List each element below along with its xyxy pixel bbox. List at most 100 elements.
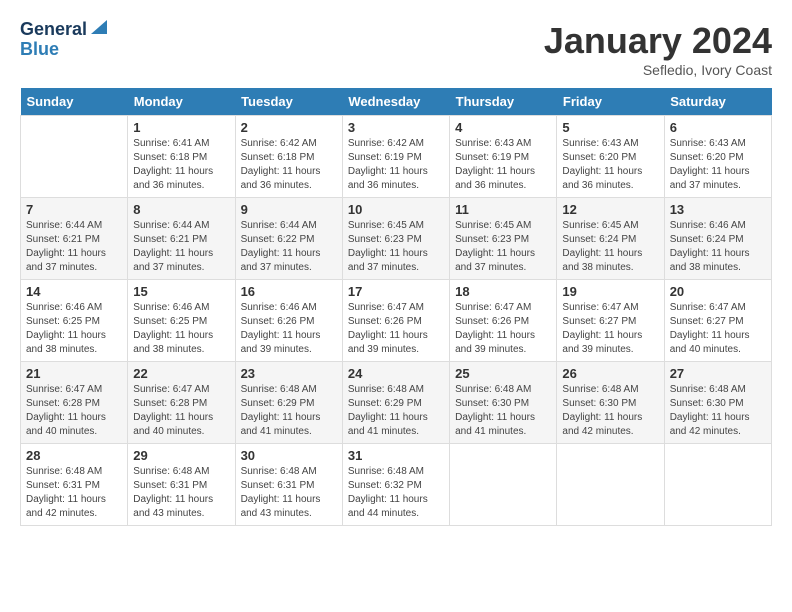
table-row: 12Sunrise: 6:45 AM Sunset: 6:24 PM Dayli…: [557, 198, 664, 280]
day-info: Sunrise: 6:47 AM Sunset: 6:28 PM Dayligh…: [133, 383, 229, 439]
table-row: 7 Sunrise: 6:44 AM Sunset: 6:21 PM Daylig…: [21, 198, 128, 280]
day-number: 18: [455, 284, 551, 299]
day-info: Sunrise: 6:48 AM Sunset: 6:30 PM Dayligh…: [455, 383, 551, 439]
day-number: 31: [348, 448, 444, 463]
table-row: 28 Sunrise: 6:48 AM Sunset: 6:31 PM Dayli…: [21, 444, 128, 526]
day-number: 9: [241, 202, 337, 217]
table-row: 15Sunrise: 6:46 AM Sunset: 6:25 PM Dayli…: [128, 280, 235, 362]
day-number: 3: [348, 120, 444, 135]
table-row: 16 Sunrise: 6:46 AM Sunset: 6:26 PM Dayli…: [235, 280, 342, 362]
day-info: Sunrise: 6:46 AM Sunset: 6:26 PM Dayligh…: [241, 301, 337, 357]
day-info: Sunrise: 6:45 AM Sunset: 6:23 PM Dayligh…: [348, 219, 444, 275]
table-row: 9Sunrise: 6:44 AM Sunset: 6:22 PM Daylig…: [235, 198, 342, 280]
day-info: Sunrise: 6:48 AM Sunset: 6:31 PM Dayligh…: [26, 465, 122, 521]
table-row: 24Sunrise: 6:48 AM Sunset: 6:29 PM Dayli…: [342, 362, 449, 444]
day-info: Sunrise: 6:48 AM Sunset: 6:29 PM Dayligh…: [348, 383, 444, 439]
table-row: [21, 116, 128, 198]
table-row: 2Sunrise: 6:42 AM Sunset: 6:18 PM Daylig…: [235, 116, 342, 198]
day-number: 28: [26, 448, 122, 463]
table-row: 29 Sunrise: 6:48 AM Sunset: 6:31 PM Dayli…: [128, 444, 235, 526]
table-row: 19 Sunrise: 6:47 AM Sunset: 6:27 PM Dayli…: [557, 280, 664, 362]
page-header: General Blue January 2024 Sefledio, Ivor…: [20, 20, 772, 78]
day-info: Sunrise: 6:46 AM Sunset: 6:24 PM Dayligh…: [670, 219, 766, 275]
header-monday: Monday: [128, 88, 235, 116]
table-row: 31 Sunrise: 6:48 AM Sunset: 6:32 PM Dayli…: [342, 444, 449, 526]
day-info: Sunrise: 6:48 AM Sunset: 6:31 PM Dayligh…: [241, 465, 337, 521]
day-number: 10: [348, 202, 444, 217]
day-number: 8: [133, 202, 229, 217]
day-number: 27: [670, 366, 766, 381]
day-number: 15: [133, 284, 229, 299]
day-number: 6: [670, 120, 766, 135]
day-number: 14: [26, 284, 122, 299]
day-info: Sunrise: 6:47 AM Sunset: 6:28 PM Dayligh…: [26, 383, 122, 439]
day-info: Sunrise: 6:47 AM Sunset: 6:27 PM Dayligh…: [670, 301, 766, 357]
table-row: 30 Sunrise: 6:48 AM Sunset: 6:31 PM Dayli…: [235, 444, 342, 526]
table-row: [557, 444, 664, 526]
calendar-week-0: 1Sunrise: 6:41 AM Sunset: 6:18 PM Daylig…: [21, 116, 772, 198]
header-wednesday: Wednesday: [342, 88, 449, 116]
calendar-table: Sunday Monday Tuesday Wednesday Thursday…: [20, 88, 772, 526]
table-row: 5 Sunrise: 6:43 AM Sunset: 6:20 PM Daylig…: [557, 116, 664, 198]
day-number: 4: [455, 120, 551, 135]
day-info: Sunrise: 6:41 AM Sunset: 6:18 PM Dayligh…: [133, 137, 229, 193]
day-info: Sunrise: 6:43 AM Sunset: 6:19 PM Dayligh…: [455, 137, 551, 193]
calendar-header-row: Sunday Monday Tuesday Wednesday Thursday…: [21, 88, 772, 116]
day-number: 29: [133, 448, 229, 463]
month-title: January 2024: [544, 20, 772, 62]
day-info: Sunrise: 6:48 AM Sunset: 6:30 PM Dayligh…: [670, 383, 766, 439]
table-row: 21 Sunrise: 6:47 AM Sunset: 6:28 PM Dayli…: [21, 362, 128, 444]
table-row: 27 Sunrise: 6:48 AM Sunset: 6:30 PM Dayli…: [664, 362, 771, 444]
header-thursday: Thursday: [450, 88, 557, 116]
day-number: 7: [26, 202, 122, 217]
day-number: 30: [241, 448, 337, 463]
table-row: 18 Sunrise: 6:47 AM Sunset: 6:26 PM Dayli…: [450, 280, 557, 362]
day-number: 16: [241, 284, 337, 299]
table-row: 13 Sunrise: 6:46 AM Sunset: 6:24 PM Dayli…: [664, 198, 771, 280]
day-number: 25: [455, 366, 551, 381]
calendar-week-1: 7 Sunrise: 6:44 AM Sunset: 6:21 PM Daylig…: [21, 198, 772, 280]
calendar-week-3: 21 Sunrise: 6:47 AM Sunset: 6:28 PM Dayli…: [21, 362, 772, 444]
subtitle: Sefledio, Ivory Coast: [544, 62, 772, 78]
logo-icon: [89, 16, 109, 36]
day-info: Sunrise: 6:45 AM Sunset: 6:23 PM Dayligh…: [455, 219, 551, 275]
header-saturday: Saturday: [664, 88, 771, 116]
day-number: 22: [133, 366, 229, 381]
day-number: 21: [26, 366, 122, 381]
logo: General Blue: [20, 20, 109, 60]
header-friday: Friday: [557, 88, 664, 116]
day-info: Sunrise: 6:48 AM Sunset: 6:31 PM Dayligh…: [133, 465, 229, 521]
day-info: Sunrise: 6:42 AM Sunset: 6:18 PM Dayligh…: [241, 137, 337, 193]
calendar-week-2: 14 Sunrise: 6:46 AM Sunset: 6:25 PM Dayli…: [21, 280, 772, 362]
day-info: Sunrise: 6:45 AM Sunset: 6:24 PM Dayligh…: [562, 219, 658, 275]
table-row: 26 Sunrise: 6:48 AM Sunset: 6:30 PM Dayli…: [557, 362, 664, 444]
table-row: 17Sunrise: 6:47 AM Sunset: 6:26 PM Dayli…: [342, 280, 449, 362]
day-info: Sunrise: 6:47 AM Sunset: 6:26 PM Dayligh…: [455, 301, 551, 357]
day-number: 13: [670, 202, 766, 217]
day-info: Sunrise: 6:48 AM Sunset: 6:30 PM Dayligh…: [562, 383, 658, 439]
calendar-week-4: 28 Sunrise: 6:48 AM Sunset: 6:31 PM Dayli…: [21, 444, 772, 526]
table-row: 23Sunrise: 6:48 AM Sunset: 6:29 PM Dayli…: [235, 362, 342, 444]
day-number: 26: [562, 366, 658, 381]
day-info: Sunrise: 6:48 AM Sunset: 6:32 PM Dayligh…: [348, 465, 444, 521]
day-number: 11: [455, 202, 551, 217]
day-info: Sunrise: 6:46 AM Sunset: 6:25 PM Dayligh…: [26, 301, 122, 357]
day-info: Sunrise: 6:44 AM Sunset: 6:21 PM Dayligh…: [133, 219, 229, 275]
day-number: 19: [562, 284, 658, 299]
table-row: 25 Sunrise: 6:48 AM Sunset: 6:30 PM Dayli…: [450, 362, 557, 444]
title-section: January 2024 Sefledio, Ivory Coast: [544, 20, 772, 78]
logo-text-general: General: [20, 20, 87, 40]
table-row: 6Sunrise: 6:43 AM Sunset: 6:20 PM Daylig…: [664, 116, 771, 198]
day-number: 5: [562, 120, 658, 135]
table-row: 20Sunrise: 6:47 AM Sunset: 6:27 PM Dayli…: [664, 280, 771, 362]
day-info: Sunrise: 6:48 AM Sunset: 6:29 PM Dayligh…: [241, 383, 337, 439]
day-info: Sunrise: 6:42 AM Sunset: 6:19 PM Dayligh…: [348, 137, 444, 193]
table-row: [450, 444, 557, 526]
table-row: [664, 444, 771, 526]
day-info: Sunrise: 6:44 AM Sunset: 6:21 PM Dayligh…: [26, 219, 122, 275]
table-row: 4 Sunrise: 6:43 AM Sunset: 6:19 PM Daylig…: [450, 116, 557, 198]
day-info: Sunrise: 6:43 AM Sunset: 6:20 PM Dayligh…: [562, 137, 658, 193]
day-info: Sunrise: 6:47 AM Sunset: 6:26 PM Dayligh…: [348, 301, 444, 357]
day-info: Sunrise: 6:47 AM Sunset: 6:27 PM Dayligh…: [562, 301, 658, 357]
header-tuesday: Tuesday: [235, 88, 342, 116]
